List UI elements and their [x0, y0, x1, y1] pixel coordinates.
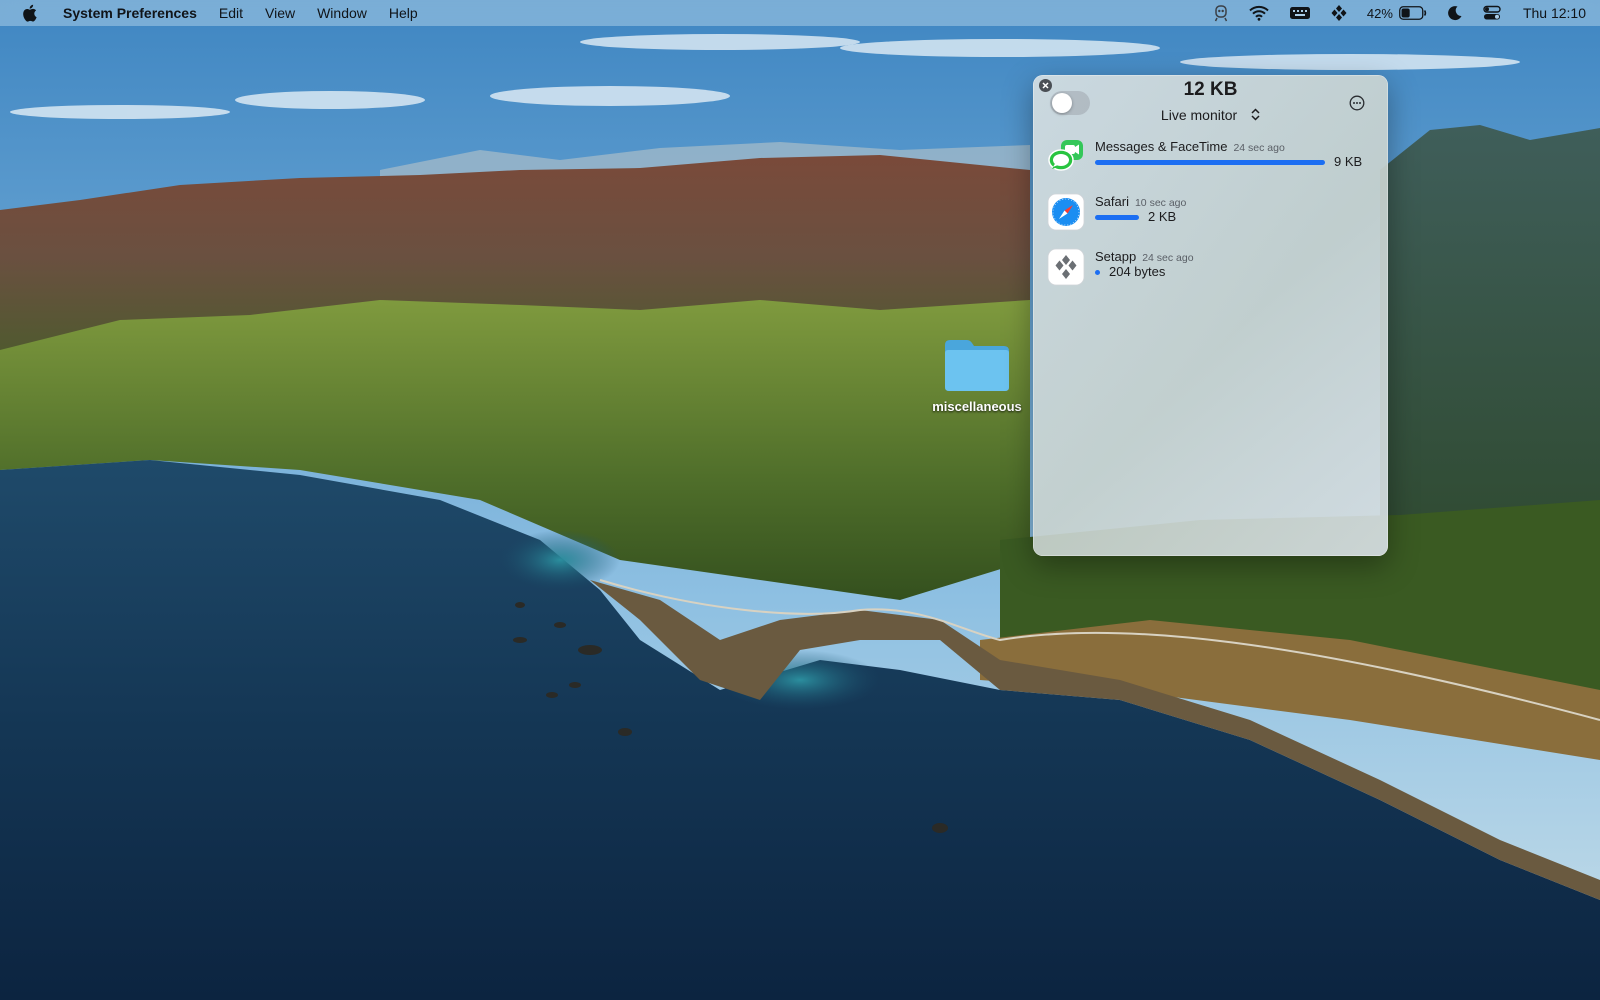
mode-label: Live monitor	[1160, 107, 1238, 123]
more-options-button[interactable]	[1349, 95, 1365, 111]
battery-status[interactable]: 42%	[1367, 6, 1427, 21]
app-traffic-size: 9 KB	[1334, 154, 1363, 169]
app-name-text: Safari	[1095, 194, 1129, 209]
safari-icon	[1047, 193, 1085, 231]
app-traffic-size: 204 bytes	[1109, 264, 1166, 279]
folder-icon	[945, 340, 1009, 391]
app-last-seen: 24 sec ago	[1142, 252, 1194, 264]
battery-percent: 42%	[1366, 5, 1393, 21]
app-row-setapp[interactable]: Setapp 24 sec ago 204 bytes	[1047, 248, 1377, 292]
traffic-bar	[1095, 215, 1139, 220]
focus-moon-icon[interactable]	[1447, 5, 1463, 21]
wifi-icon[interactable]	[1249, 5, 1269, 21]
app-row-messages-facetime[interactable]: Messages & FaceTime 24 sec ago 9 KB	[1047, 138, 1377, 182]
setapp-app-icon	[1047, 248, 1085, 286]
messages-facetime-icon	[1048, 140, 1083, 171]
menu-edit[interactable]: Edit	[219, 5, 243, 21]
menu-help[interactable]: Help	[389, 5, 418, 21]
app-name: Messages & FaceTime 24 sec ago	[1095, 139, 1285, 154]
app-name: Setapp 24 sec ago	[1095, 249, 1194, 264]
desktop-folder[interactable]: miscellaneous	[918, 337, 1036, 414]
network-monitor-panel: 12 KB Live monitor Messages & FaceTime 24…	[1033, 75, 1388, 556]
app-traffic-size: 2 KB	[1148, 209, 1177, 224]
total-traffic: 12 KB	[1183, 79, 1238, 100]
control-center-icon[interactable]	[1483, 5, 1501, 21]
chevron-up-down-icon	[1251, 108, 1260, 124]
menu-bar-status: 42% Thu 12:10	[1193, 0, 1586, 26]
menu-window[interactable]: Window	[317, 5, 367, 21]
apple-menu-icon[interactable]	[22, 4, 37, 22]
app-name: Safari 10 sec ago	[1095, 194, 1186, 209]
ellipsis-circle-icon	[1349, 95, 1365, 111]
battery-icon	[1399, 6, 1427, 20]
menu-bar: System Preferences Edit View Window Help	[0, 0, 1600, 26]
menu-bar-left: System Preferences Edit View Window Help	[22, 0, 440, 26]
traffic-bar	[1095, 160, 1325, 165]
traffic-bar	[1095, 270, 1100, 275]
setapp-icon[interactable]	[1331, 4, 1347, 22]
menu-bar-clock[interactable]: Thu 12:10	[1523, 5, 1586, 21]
robot-icon[interactable]	[1213, 4, 1229, 22]
app-name-text: Messages & FaceTime	[1095, 139, 1228, 154]
app-row-safari[interactable]: Safari 10 sec ago 2 KB	[1047, 193, 1377, 237]
app-last-seen: 10 sec ago	[1134, 197, 1187, 209]
menu-view[interactable]: View	[265, 5, 295, 21]
folder-label: miscellaneous	[932, 399, 1022, 414]
active-app-name[interactable]: System Preferences	[63, 5, 197, 21]
app-name-text: Setapp	[1095, 249, 1137, 264]
mode-selector[interactable]: Live monitor	[1033, 107, 1388, 124]
keyboard-icon[interactable]	[1289, 5, 1311, 21]
app-last-seen: 24 sec ago	[1233, 142, 1285, 154]
